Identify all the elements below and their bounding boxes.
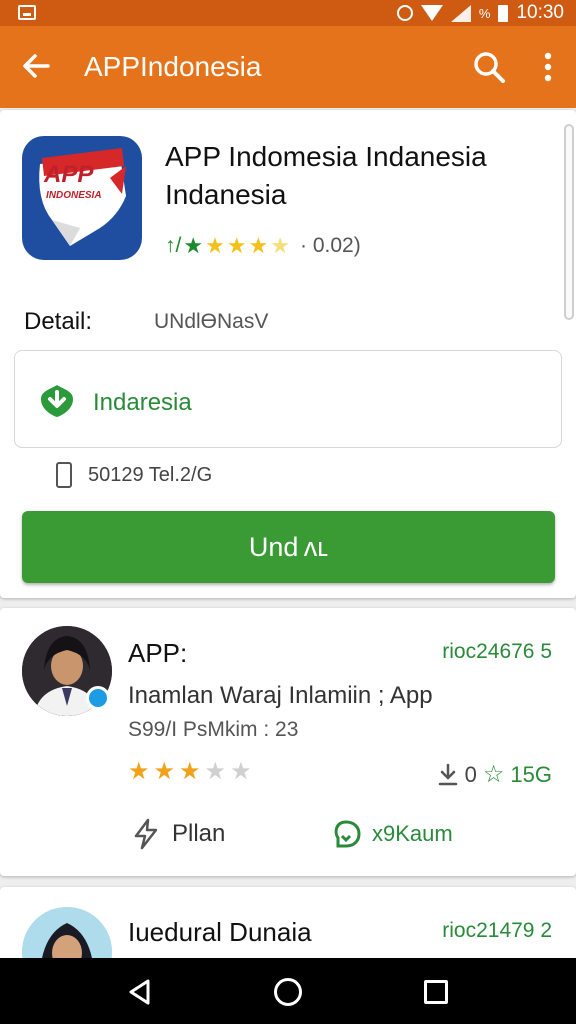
- reply-label: x9Kaum: [372, 821, 453, 846]
- app-detail-card: APP INDONESIA APP Indomesia Indanesia In…: [0, 110, 576, 598]
- detail-label: Detail:: [24, 308, 93, 335]
- status-icons: % 10:30: [396, 0, 564, 26]
- nav-home-icon[interactable]: [274, 978, 302, 1006]
- star-icon: ★: [128, 758, 150, 785]
- category-label: Indaresia: [93, 389, 192, 416]
- category-chip[interactable]: Indaresia: [14, 350, 562, 448]
- score-value: 15G: [510, 761, 552, 787]
- alarm-icon: [396, 5, 413, 21]
- nav-recents-icon[interactable]: [424, 980, 448, 1004]
- star-outline-icon[interactable]: ☆: [483, 760, 505, 789]
- review-meta: S99/I PsMkim : 23: [128, 718, 299, 741]
- system-nav-bar: [0, 958, 576, 1024]
- download-icon: [438, 763, 457, 785]
- rating-prefix: ↑/: [165, 234, 182, 257]
- file-size-icon: [56, 462, 72, 488]
- scrollbar[interactable]: [564, 124, 574, 320]
- star-empty-icon: ★: [230, 758, 252, 785]
- rating-count: · 0.02): [300, 234, 361, 257]
- app-rating: ↑/ ★ ★ ★ ★ ★ · 0.02): [165, 232, 361, 260]
- download-count: 0: [464, 761, 477, 787]
- svg-text:INDONESIA: INDONESIA: [46, 190, 102, 201]
- download-button[interactable]: Und ᴧʟ: [22, 511, 555, 583]
- status-time: 10:30: [516, 2, 564, 23]
- star-icon: ★: [183, 233, 204, 258]
- plan-action[interactable]: Pllan: [130, 818, 225, 850]
- status-bar: % 10:30: [0, 0, 576, 26]
- app-logo: APP INDONESIA: [22, 136, 142, 260]
- signal-icon: [450, 4, 471, 22]
- review-stars: ★ ★ ★ ★ ★: [128, 760, 252, 784]
- star-icon: ★: [248, 233, 269, 258]
- reviewer-name[interactable]: APP:: [128, 638, 187, 669]
- star-icon: ★: [153, 758, 176, 785]
- download-badge-icon: [41, 385, 73, 417]
- review-stats: 0 ☆ 15G: [437, 760, 552, 789]
- battery-icon: [498, 4, 509, 22]
- flash-icon: [134, 818, 158, 850]
- wifi-icon: [420, 5, 443, 21]
- app-bar: APPIndonesia: [0, 26, 576, 108]
- reply-action[interactable]: x9Kaum: [330, 818, 453, 850]
- app-bar-title: APPIndonesia: [84, 51, 262, 82]
- review-date: rioc24676 5: [442, 640, 552, 663]
- avatar[interactable]: [22, 626, 112, 716]
- battery-percent-label: %: [478, 5, 491, 21]
- app-title: APP Indomesia Indanesia Indanesia: [165, 141, 487, 210]
- verified-badge-icon: [86, 686, 110, 710]
- detail-value: UNdlӨNasV: [154, 310, 269, 333]
- svg-text:APP: APP: [43, 161, 94, 188]
- review-date: rioc21479 2: [442, 919, 552, 942]
- image-notification-icon: [18, 5, 36, 20]
- search-icon[interactable]: [472, 50, 506, 84]
- star-empty-icon: ★: [204, 758, 227, 785]
- review-card: APP: rioc24676 5 Inamlan Waraj Inlamiin …: [0, 608, 576, 876]
- nav-back-icon[interactable]: [126, 978, 154, 1006]
- star-icon: ★: [226, 233, 247, 258]
- star-icon: ★: [179, 758, 201, 785]
- more-vert-icon[interactable]: [536, 50, 560, 84]
- reviewer-name[interactable]: Iuedural Dunaia: [128, 917, 312, 948]
- half-star-icon: ★: [270, 233, 291, 258]
- reply-icon: [334, 820, 361, 848]
- file-size-text: 50129 Tel.2/G: [88, 464, 213, 486]
- review-text: Inamlan Waraj Inlamiin ; App: [128, 682, 433, 709]
- plan-label: Pllan: [172, 820, 226, 847]
- star-icon: ★: [205, 233, 225, 258]
- back-arrow-icon[interactable]: [20, 50, 52, 82]
